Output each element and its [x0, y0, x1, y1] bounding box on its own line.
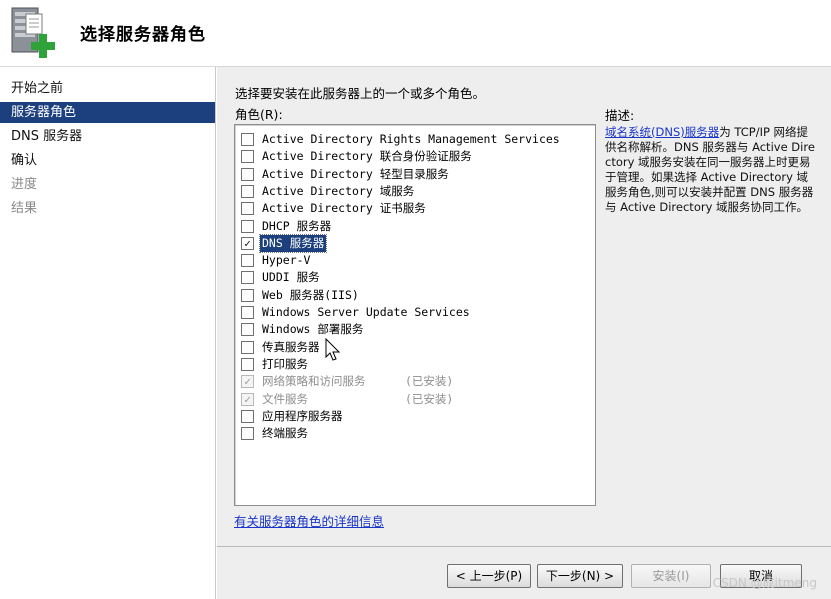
role-checkbox[interactable] [241, 202, 254, 216]
role-list[interactable]: Active Directory Rights Management Servi… [234, 124, 596, 506]
main-panel: 选择要安装在此服务器上的一个或多个角色。 角色(R): Active Direc… [217, 67, 831, 546]
role-installed-badge: (已安装) [405, 374, 454, 389]
role-checkbox[interactable] [241, 184, 254, 198]
role-list-item[interactable]: Hyper-V [241, 252, 581, 269]
role-list-item[interactable]: Windows Server Update Services [241, 304, 581, 321]
role-list-item: ✓ 网络策略和访问服务 (已安装) [241, 373, 581, 390]
role-label: Active Directory 联合身份验证服务 [262, 149, 472, 164]
wizard-header: 选择服务器角色 [0, 0, 831, 67]
next-button[interactable]: 下一步(N) > [537, 564, 623, 588]
role-checkbox[interactable] [241, 167, 254, 181]
role-label: 终端服务 [262, 426, 308, 441]
role-list-item[interactable]: Windows 部署服务 [241, 321, 581, 338]
role-label: DNS 服务器 [258, 233, 328, 253]
role-label: Active Directory 域服务 [262, 183, 415, 198]
role-label: Web 服务器(IIS) [262, 287, 359, 302]
role-list-item[interactable]: Active Directory 域服务 [241, 183, 581, 200]
role-list-item[interactable]: 应用程序服务器 [241, 408, 581, 425]
nav-step-results: 结果 [11, 201, 38, 216]
role-installed-badge: (已安装) [405, 391, 454, 406]
role-checkbox[interactable] [241, 306, 254, 319]
role-label: 传真服务器 [262, 339, 320, 354]
role-checkbox[interactable] [241, 254, 254, 268]
watermark-text: CSDN @成itmeng [712, 576, 817, 590]
mouse-cursor-icon [325, 338, 341, 361]
role-list-item[interactable]: Active Directory 联合身份验证服务 [241, 148, 581, 165]
role-checkbox[interactable] [241, 219, 254, 233]
role-label: DHCP 服务器 [262, 218, 332, 233]
role-list-item[interactable]: Active Directory 轻型目录服务 [241, 166, 581, 183]
role-label: Active Directory Rights Management Servi… [262, 132, 560, 146]
install-button: 安装(I) [631, 564, 711, 588]
role-list-item[interactable]: 终端服务 [241, 425, 581, 442]
dns-server-description-link[interactable]: 域名系统(DNS)服务器 [605, 125, 719, 139]
role-checkbox[interactable] [241, 133, 254, 146]
instruction-text: 选择要安装在此服务器上的一个或多个角色。 [235, 86, 486, 101]
role-checkbox[interactable] [241, 357, 254, 371]
wizard-footer: < 上一步(P) 下一步(N) > 安装(I) 取消 CSDN @成itmeng [217, 546, 831, 599]
role-label: Active Directory 证书服务 [262, 201, 426, 216]
role-label: 打印服务 [262, 356, 308, 371]
role-list-item[interactable]: Active Directory Rights Management Servi… [241, 131, 581, 148]
role-checkbox: ✓ [241, 392, 254, 406]
role-list-item[interactable]: 打印服务 [241, 356, 581, 373]
previous-button[interactable]: < 上一步(P) [447, 564, 531, 588]
description-text: 域名系统(DNS)服务器为 TCP/IP 网络提供名称解析。DNS 服务器与 A… [605, 125, 817, 215]
role-checkbox[interactable] [241, 150, 254, 164]
role-list-item[interactable]: DHCP 服务器 [241, 218, 581, 235]
role-list-item[interactable]: UDDI 服务 [241, 269, 581, 286]
role-list-item[interactable]: 传真服务器 [241, 339, 581, 356]
role-label: Active Directory 轻型目录服务 [262, 166, 449, 181]
role-checkbox[interactable] [241, 340, 254, 354]
role-checkbox[interactable] [241, 427, 254, 441]
page-title: 选择服务器角色 [80, 25, 206, 45]
nav-step-before-you-begin[interactable]: 开始之前 [0, 78, 215, 99]
server-roles-add-icon [11, 7, 55, 58]
nav-step-server-roles[interactable]: 服务器角色 [0, 102, 215, 123]
nav-step-dns-server[interactable]: DNS 服务器 [0, 126, 215, 147]
role-checkbox[interactable] [241, 323, 254, 337]
role-list-item[interactable]: Web 服务器(IIS) [241, 287, 581, 304]
role-list-item[interactable]: ✓ DNS 服务器 [241, 233, 581, 253]
role-label: 文件服务 [262, 391, 308, 406]
role-label: 应用程序服务器 [262, 408, 343, 423]
role-checkbox[interactable] [241, 288, 254, 302]
role-label: Windows Server Update Services [262, 305, 470, 319]
roles-label: 角色(R): [235, 107, 283, 122]
role-list-item[interactable]: Active Directory 证书服务 [241, 200, 581, 217]
role-label: 网络策略和访问服务 [262, 374, 366, 389]
nav-step-progress: 进度 [11, 177, 38, 192]
role-checkbox[interactable] [241, 271, 254, 285]
nav-step-confirmation[interactable]: 确认 [0, 150, 215, 171]
role-list-item: ✓ 文件服务 (已安装) [241, 391, 581, 408]
role-checkbox: ✓ [241, 375, 254, 389]
role-checkbox[interactable] [241, 409, 254, 423]
wizard-step-nav: 开始之前 服务器角色 DNS 服务器 确认 进度 结果 [0, 67, 216, 599]
role-label: Hyper-V [262, 253, 311, 268]
description-label: 描述: [605, 108, 635, 123]
role-checkbox[interactable]: ✓ [241, 236, 254, 250]
role-label: UDDI 服务 [262, 270, 320, 285]
more-info-link[interactable]: 有关服务器角色的详细信息 [234, 511, 384, 530]
role-label: Windows 部署服务 [262, 322, 364, 337]
